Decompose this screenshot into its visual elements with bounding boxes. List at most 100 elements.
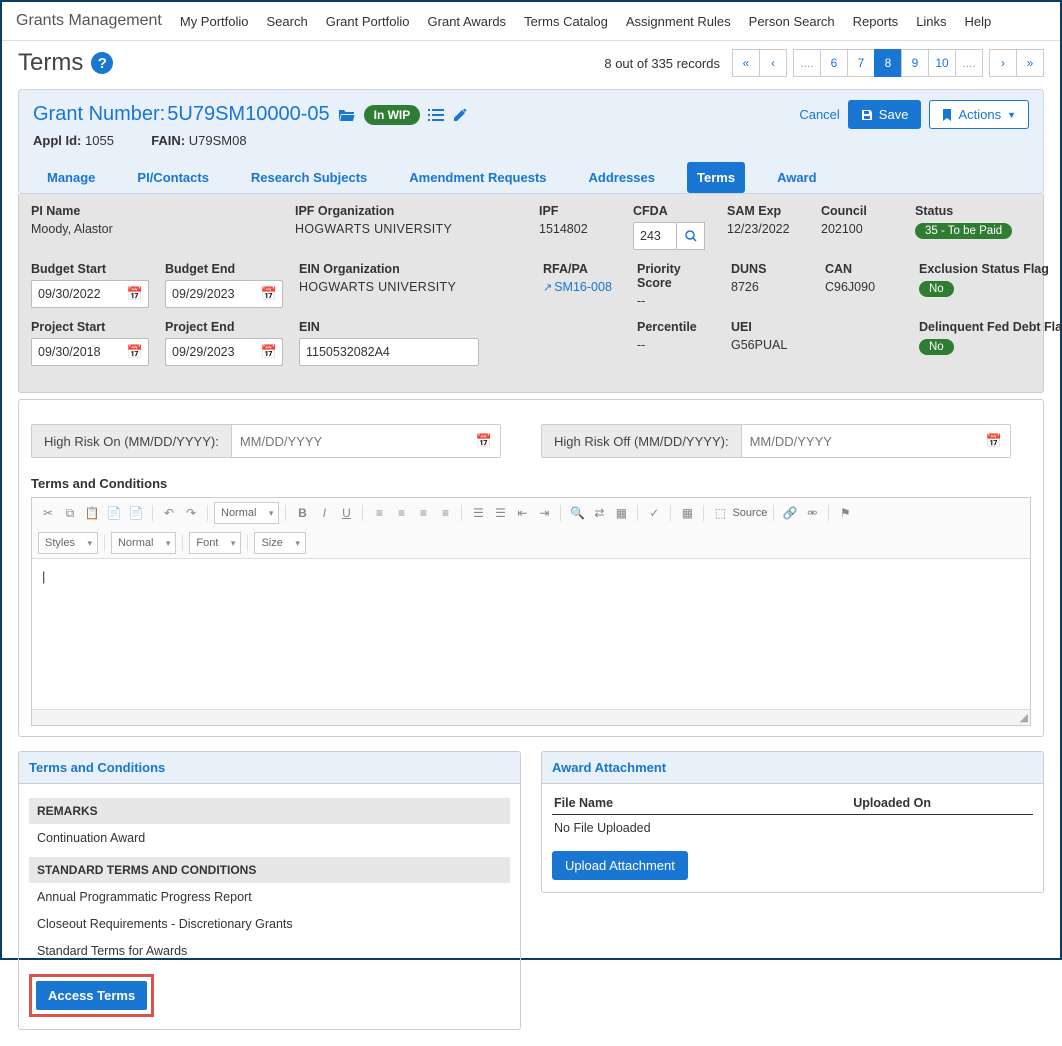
nav-terms-catalog[interactable]: Terms Catalog (524, 14, 608, 29)
info-card: PI Name Moody, Alastor IPF Organization … (18, 194, 1044, 393)
bold-icon[interactable]: B (292, 503, 312, 523)
italic-icon[interactable]: I (314, 503, 334, 523)
pager-10[interactable]: 10 (928, 49, 956, 77)
nav-grant-portfolio[interactable]: Grant Portfolio (326, 14, 410, 29)
nav-person-search[interactable]: Person Search (749, 14, 835, 29)
proj-end-input[interactable] (165, 338, 283, 366)
search-icon[interactable] (677, 222, 705, 250)
align-justify-icon[interactable]: ≡ (435, 503, 455, 523)
can-link[interactable]: C96J090 (825, 280, 905, 294)
pager-7[interactable]: 7 (847, 49, 875, 77)
help-icon[interactable]: ? (91, 52, 113, 74)
nav-search[interactable]: Search (267, 14, 308, 29)
cfda-input[interactable] (633, 222, 677, 250)
proj-start-input[interactable] (31, 338, 149, 366)
pager-first-icon[interactable]: « (732, 49, 760, 77)
appl-id: 1055 (85, 133, 114, 148)
underline-icon[interactable]: U (336, 503, 356, 523)
list-icon[interactable] (428, 108, 444, 122)
tab-pi-contacts[interactable]: PI/Contacts (127, 162, 219, 193)
pager-prev-icon[interactable]: ‹ (759, 49, 787, 77)
normal-select[interactable]: Normal (111, 532, 176, 554)
cancel-link[interactable]: Cancel (799, 107, 839, 122)
tab-manage[interactable]: Manage (37, 162, 105, 193)
paste-word-icon[interactable]: 📄 (126, 503, 146, 523)
table-icon[interactable]: ▦ (677, 503, 697, 523)
ordered-list-icon[interactable]: ☰ (468, 503, 488, 523)
redo-icon[interactable]: ↷ (181, 503, 201, 523)
remarks-header: REMARKS (29, 798, 510, 824)
remarks-item: Continuation Award (29, 824, 510, 851)
rte-body[interactable]: | (32, 559, 1030, 709)
calendar-icon[interactable]: 📅 (986, 433, 1002, 449)
calendar-icon[interactable]: 📅 (476, 433, 492, 449)
tab-amendment-requests[interactable]: Amendment Requests (399, 162, 556, 193)
unlink-icon[interactable]: ⚮ (802, 503, 822, 523)
terms-conditions-panel: Terms and Conditions REMARKS Continuatio… (18, 751, 521, 1030)
pager-6[interactable]: 6 (820, 49, 848, 77)
find-icon[interactable]: 🔍 (567, 503, 587, 523)
link-icon[interactable]: 🔗 (780, 503, 800, 523)
access-terms-highlight: Access Terms (29, 974, 154, 1017)
edit-icon[interactable] (452, 107, 468, 123)
nav-grant-awards[interactable]: Grant Awards (428, 14, 507, 29)
folder-open-icon[interactable] (338, 108, 356, 122)
copy-icon[interactable]: ⧉ (60, 503, 80, 523)
styles-select[interactable]: Styles (38, 532, 98, 554)
align-center-icon[interactable]: ≡ (391, 503, 411, 523)
budget-end-input[interactable] (165, 280, 283, 308)
pager-next-icon[interactable]: › (989, 49, 1017, 77)
pager-last-icon[interactable]: » (1016, 49, 1044, 77)
excl-label: Exclusion Status Flag (919, 262, 1049, 276)
selectall-icon[interactable]: ▦ (611, 503, 631, 523)
font-select[interactable]: Font (189, 532, 241, 554)
align-left-icon[interactable]: ≡ (369, 503, 389, 523)
upload-attachment-button[interactable]: Upload Attachment (552, 851, 688, 880)
save-button[interactable]: Save (848, 100, 922, 129)
nav-assignment-rules[interactable]: Assignment Rules (626, 14, 731, 29)
pager-8[interactable]: 8 (874, 49, 902, 77)
pager-ellipsis-2[interactable]: .... (955, 49, 983, 77)
tab-award[interactable]: Award (767, 162, 827, 193)
paste-text-icon[interactable]: 📄 (104, 503, 124, 523)
source-icon[interactable]: ⬚ (710, 503, 730, 523)
resize-handle-icon[interactable]: ◢ (1020, 711, 1028, 724)
align-right-icon[interactable]: ≡ (413, 503, 433, 523)
format-select[interactable]: Normal (214, 502, 279, 524)
ipf: 1514802 (539, 222, 619, 236)
unordered-list-icon[interactable]: ☰ (490, 503, 510, 523)
source-label[interactable]: Source (732, 503, 767, 523)
grant-tabs: Manage PI/Contacts Research Subjects Ame… (33, 162, 1029, 193)
nav-reports[interactable]: Reports (853, 14, 899, 29)
high-risk-off-input[interactable] (742, 425, 1010, 457)
high-risk-on-input[interactable] (232, 425, 500, 457)
pager-ellipsis[interactable]: .... (793, 49, 821, 77)
rfapa-link[interactable]: SM16-008 (554, 280, 612, 294)
nav-help[interactable]: Help (965, 14, 992, 29)
flag-icon[interactable]: ⚑ (835, 503, 855, 523)
spellcheck-icon[interactable]: ✓ (644, 503, 664, 523)
can-label: CAN (825, 262, 905, 276)
nav-links[interactable]: Links (916, 14, 946, 29)
actions-button[interactable]: Actions ▼ (929, 100, 1029, 129)
council-label: Council (821, 204, 901, 218)
col-filename: File Name (554, 796, 613, 810)
undo-icon[interactable]: ↶ (159, 503, 179, 523)
paste-icon[interactable]: 📋 (82, 503, 102, 523)
wip-badge: In WIP (364, 105, 421, 125)
size-select[interactable]: Size (254, 532, 305, 554)
std-header: STANDARD TERMS AND CONDITIONS (29, 857, 510, 883)
tab-addresses[interactable]: Addresses (579, 162, 665, 193)
pager-9[interactable]: 9 (901, 49, 929, 77)
outdent-icon[interactable]: ⇤ (512, 503, 532, 523)
indent-icon[interactable]: ⇥ (534, 503, 554, 523)
nav-my-portfolio[interactable]: My Portfolio (180, 14, 249, 29)
cut-icon[interactable]: ✂ (38, 503, 58, 523)
tab-research-subjects[interactable]: Research Subjects (241, 162, 377, 193)
access-terms-button[interactable]: Access Terms (36, 981, 147, 1010)
budget-start-input[interactable] (31, 280, 149, 308)
replace-icon[interactable]: ⇄ (589, 503, 609, 523)
ein-input[interactable] (299, 338, 479, 366)
tab-terms[interactable]: Terms (687, 162, 745, 193)
save-label: Save (879, 107, 909, 122)
